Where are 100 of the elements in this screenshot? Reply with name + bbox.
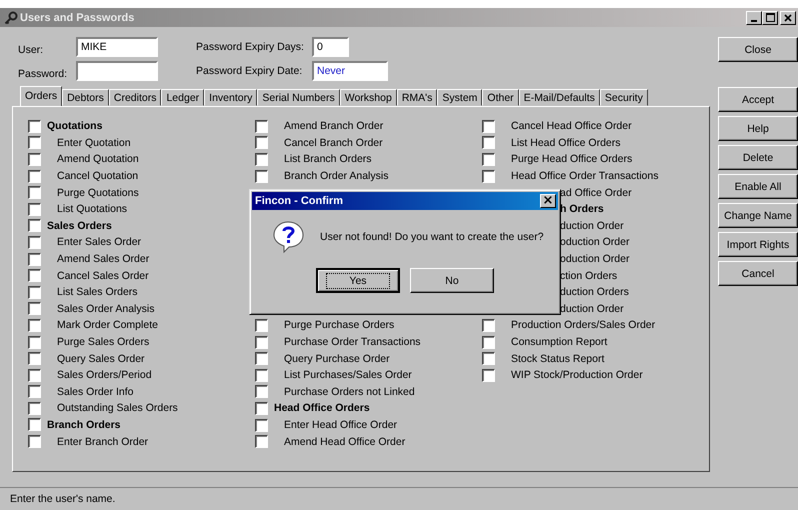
permission-label: Amend Branch Order (284, 120, 384, 132)
tab[interactable]: Creditors (108, 89, 162, 106)
checkbox[interactable] (482, 120, 495, 133)
window-title: Users and Passwords (20, 12, 136, 24)
permission-label: Purge Purchase Orders (284, 319, 394, 332)
checkbox[interactable] (255, 152, 268, 166)
checkbox[interactable] (28, 368, 41, 382)
close-button[interactable] (780, 10, 796, 24)
side-button[interactable]: Close (718, 37, 798, 62)
checkbox[interactable] (28, 152, 41, 166)
side-button[interactable]: Cancel (718, 261, 798, 286)
tab[interactable]: Workshop (340, 89, 397, 106)
checkbox[interactable] (28, 170, 41, 183)
permission-label: Production Orders/Sales Order (511, 319, 656, 332)
checkbox[interactable] (255, 402, 268, 415)
checkbox[interactable] (255, 136, 268, 150)
permission-label: Head Office Orders (274, 402, 370, 414)
checkbox[interactable] (255, 120, 268, 133)
checkbox[interactable] (482, 318, 495, 332)
permission-label: Enter Head Office Order (284, 419, 398, 432)
permission-label: Enter Branch Order (57, 436, 148, 448)
checkbox[interactable] (28, 136, 41, 150)
checkbox[interactable] (482, 336, 495, 349)
checkbox[interactable] (28, 402, 41, 415)
checkbox[interactable] (28, 120, 41, 133)
tab[interactable]: Serial Numbers (257, 89, 340, 106)
checkbox[interactable] (28, 286, 41, 299)
tab[interactable]: System (437, 89, 482, 106)
checkbox[interactable] (28, 352, 41, 366)
close-button[interactable]: × (540, 194, 556, 208)
checkbox[interactable] (28, 202, 41, 216)
checkbox[interactable] (28, 186, 41, 200)
permission-label: Sales Orders (47, 220, 112, 232)
side-button[interactable]: Accept (718, 87, 798, 112)
permission-label: Outstanding Sales Orders (57, 402, 178, 414)
checkbox[interactable] (255, 318, 268, 332)
checkbox[interactable] (482, 136, 495, 150)
tab[interactable]: Ledger (161, 89, 204, 106)
checkbox[interactable] (28, 318, 41, 332)
expiry-date-field[interactable]: Never (312, 61, 388, 81)
checkbox[interactable] (28, 302, 41, 316)
dialog-button[interactable]: No (410, 268, 494, 293)
maximize-button[interactable] (762, 10, 778, 24)
checkbox[interactable] (255, 385, 268, 398)
permission-label: Purge Sales Orders (57, 336, 150, 348)
dialog-message: User not found! Do you want to create the user? (320, 231, 544, 243)
permission-label: Cancel Quotation (57, 170, 138, 182)
checkbox[interactable] (255, 170, 268, 183)
tab[interactable]: Other (482, 89, 519, 106)
permission-label: Purchase Order Transactions (284, 336, 421, 348)
checkbox[interactable] (28, 236, 41, 249)
permission-label: Stock Status Report (511, 352, 604, 365)
checkbox[interactable] (255, 435, 268, 448)
tab[interactable]: Debtors (62, 89, 109, 106)
tab[interactable]: RMA's (396, 89, 438, 106)
side-button[interactable]: Change Name (718, 203, 798, 228)
checkbox[interactable] (28, 252, 41, 266)
expiry-date-label: Password Expiry Date: (196, 65, 304, 77)
side-button[interactable]: Help (718, 116, 798, 141)
permission-label: Enter Sales Order (57, 236, 142, 248)
checkbox[interactable] (28, 385, 41, 398)
checkbox[interactable] (482, 368, 495, 382)
permission-label: Consumption Report (511, 336, 608, 348)
tab[interactable]: Security (600, 89, 648, 106)
permission-label: WIP Stock/Production Order (511, 369, 643, 382)
checkbox[interactable] (482, 170, 495, 183)
checkbox[interactable] (28, 219, 41, 232)
checkbox[interactable] (28, 336, 41, 349)
checkbox[interactable] (255, 352, 268, 366)
dialog-button[interactable]: Yes (316, 268, 400, 293)
side-button[interactable]: Enable All (718, 174, 798, 199)
checkbox[interactable] (28, 269, 41, 282)
user-field[interactable]: MIKE (76, 37, 158, 57)
checkbox[interactable] (255, 418, 268, 432)
checkbox[interactable] (28, 418, 41, 432)
permission-label: Amend Sales Order (57, 253, 150, 266)
checkbox[interactable] (482, 152, 495, 166)
permission-label: oduction Order (560, 253, 630, 266)
checkbox[interactable] (255, 336, 268, 349)
tab[interactable]: Inventory (204, 89, 258, 106)
minimize-button[interactable] (746, 10, 762, 24)
permission-label: Purge Head Office Orders (511, 153, 632, 166)
permission-label: duction Order (560, 220, 624, 232)
password-field[interactable] (76, 61, 158, 81)
permission-label: Sales Order Info (57, 386, 134, 398)
checkbox[interactable] (482, 352, 495, 366)
key-icon (4, 10, 18, 24)
expiry-days-field[interactable]: 0 (312, 37, 349, 57)
permission-label: duction Orders (560, 286, 629, 298)
permission-label: List Quotations (57, 203, 128, 216)
side-button[interactable]: Import Rights (718, 232, 798, 257)
permission-label: List Purchases/Sales Order (284, 369, 412, 382)
tab[interactable]: E-Mail/Defaults (518, 89, 600, 106)
permission-label: Enter Quotation (57, 136, 131, 149)
tab[interactable]: Orders (20, 86, 62, 106)
permission-label: Branch Orders (47, 418, 121, 431)
checkbox[interactable] (28, 435, 41, 448)
checkbox[interactable] (255, 368, 268, 382)
side-button[interactable]: Delete (718, 145, 798, 170)
permission-label: Amend Quotation (57, 153, 139, 166)
